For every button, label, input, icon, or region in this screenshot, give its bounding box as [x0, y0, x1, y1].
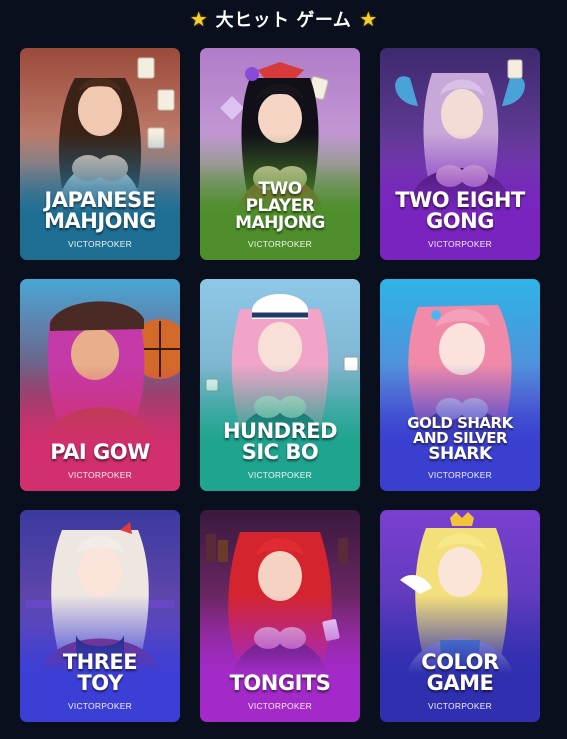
- section-title: 大ヒット ゲーム: [215, 10, 352, 31]
- game-title-line: MAHJONG: [235, 213, 325, 233]
- game-title-line: SIC BO: [241, 440, 319, 464]
- provider-label: VICTORPOKER: [68, 239, 132, 249]
- game-title: GOLD SHARK AND SILVER SHARK: [384, 416, 536, 463]
- game-card-two-player-mahjong[interactable]: TWO PLAYER MAHJONG VICTORPOKER: [200, 48, 360, 260]
- game-card-hundred-sic-bo[interactable]: HUNDRED SIC BO VICTORPOKER: [200, 279, 360, 491]
- game-title-line: PAI GOW: [50, 440, 150, 464]
- game-card-three-toy[interactable]: THREE TOY VICTORPOKER: [20, 510, 180, 722]
- game-card-color-game[interactable]: COLOR GAME VICTORPOKER: [380, 510, 540, 722]
- game-title-line: THREE: [62, 650, 138, 674]
- game-title-line: TOY: [77, 671, 123, 695]
- provider-label: VICTORPOKER: [68, 701, 132, 711]
- star-icon: ★: [359, 7, 378, 31]
- game-title: THREE TOY: [24, 652, 176, 694]
- provider-label: VICTORPOKER: [248, 470, 312, 480]
- game-title: TWO PLAYER MAHJONG: [204, 181, 356, 232]
- game-title-line: MAHJONG: [44, 209, 156, 233]
- provider-label: VICTORPOKER: [428, 701, 492, 711]
- provider-label: VICTORPOKER: [428, 239, 492, 249]
- game-card-tongits[interactable]: TONGITS VICTORPOKER: [200, 510, 360, 722]
- game-title-line: GAME: [426, 671, 494, 695]
- game-card-japanese-mahjong[interactable]: JAPANESE MAHJONG VICTORPOKER: [20, 48, 180, 260]
- game-card-gold-shark-and-silver-shark[interactable]: GOLD SHARK AND SILVER SHARK VICTORPOKER: [380, 279, 540, 491]
- game-grid: JAPANESE MAHJONG VICTORPOKER TWO PLAYER MAH…: [20, 48, 540, 722]
- game-title: HUNDRED SIC BO: [204, 421, 356, 463]
- game-title: COLOR GAME: [384, 652, 536, 694]
- game-title: JAPANESE MAHJONG: [24, 190, 176, 232]
- provider-label: VICTORPOKER: [68, 470, 132, 480]
- section-header: ★ 大ヒット ゲーム ★: [0, 0, 567, 38]
- game-title-line: COLOR: [421, 650, 499, 674]
- provider-label: VICTORPOKER: [248, 701, 312, 711]
- game-title-line: TWO EIGHT: [395, 188, 525, 212]
- game-title: TWO EIGHT GONG: [384, 190, 536, 232]
- game-title: TONGITS: [204, 673, 356, 694]
- game-title-line: HUNDRED: [222, 419, 338, 443]
- provider-label: VICTORPOKER: [428, 470, 492, 480]
- game-title-line: JAPANESE: [44, 188, 156, 212]
- game-title-line: SHARK: [428, 444, 492, 464]
- provider-label: VICTORPOKER: [248, 239, 312, 249]
- game-card-two-eight-gong[interactable]: TWO EIGHT GONG VICTORPOKER: [380, 48, 540, 260]
- game-title: PAI GOW: [24, 442, 176, 463]
- game-card-pai-gow[interactable]: PAI GOW VICTORPOKER: [20, 279, 180, 491]
- game-title-line: GONG: [426, 209, 494, 233]
- game-title-line: TONGITS: [229, 671, 331, 695]
- star-icon: ★: [189, 7, 208, 31]
